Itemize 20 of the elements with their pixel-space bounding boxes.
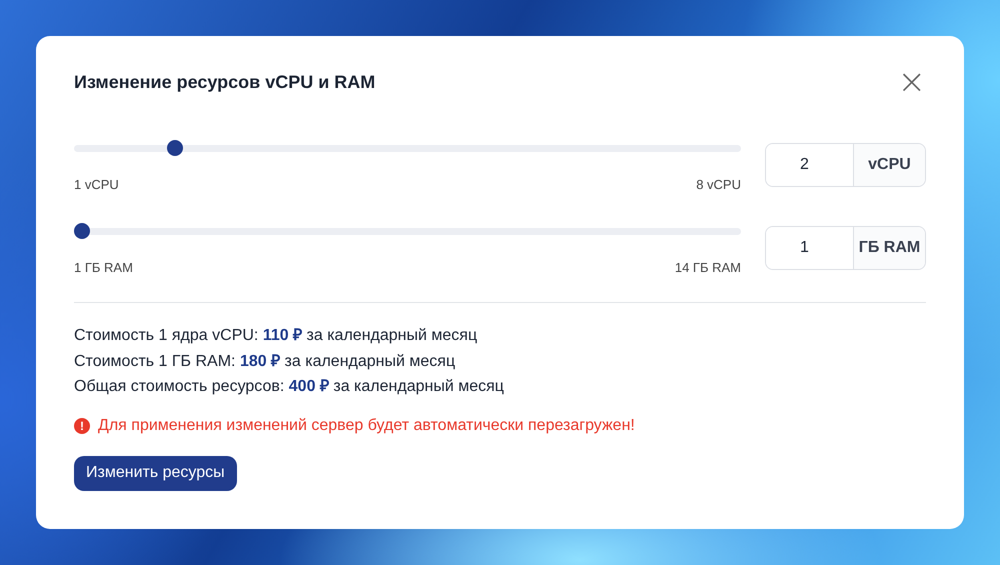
max-label: 8 vCPU [696,177,741,192]
dialog-title: Изменение ресурсов vCPU и RAM [74,72,376,92]
price-line: Стоимость 1 ГБ RAM: 180 ₽ за календарный месяц [74,352,456,372]
close-button[interactable]: × [898,70,926,94]
max-label: 14 ГБ RAM [674,260,741,275]
value-field[interactable]: 1 ГБ RAM [765,226,926,270]
value-field[interactable]: 2 vCPU [765,143,926,187]
warning-icon: ! [74,418,90,434]
unit-label: ГБ RAM [854,227,925,269]
price-line: Стоимость 1 ядра vCPU: 110 ₽ за календарный месяц [74,326,478,346]
slider[interactable] [74,223,741,239]
unit-label: vCPU [854,144,925,186]
warning-text: Для применения изменений сервер будет автоматически перезагружен! [98,416,635,434]
price-line: Общая стоимость ресурсов: 400 ₽ за календарный месяц [74,377,505,397]
min-label: 1 ГБ RAM [74,260,133,275]
change-resources-button[interactable]: Изменить ресурсы [74,456,237,491]
min-label: 1 vCPU [74,177,119,192]
slider-thumb[interactable] [74,223,90,239]
slider-thumb[interactable] [167,140,184,156]
slider[interactable] [74,140,741,156]
